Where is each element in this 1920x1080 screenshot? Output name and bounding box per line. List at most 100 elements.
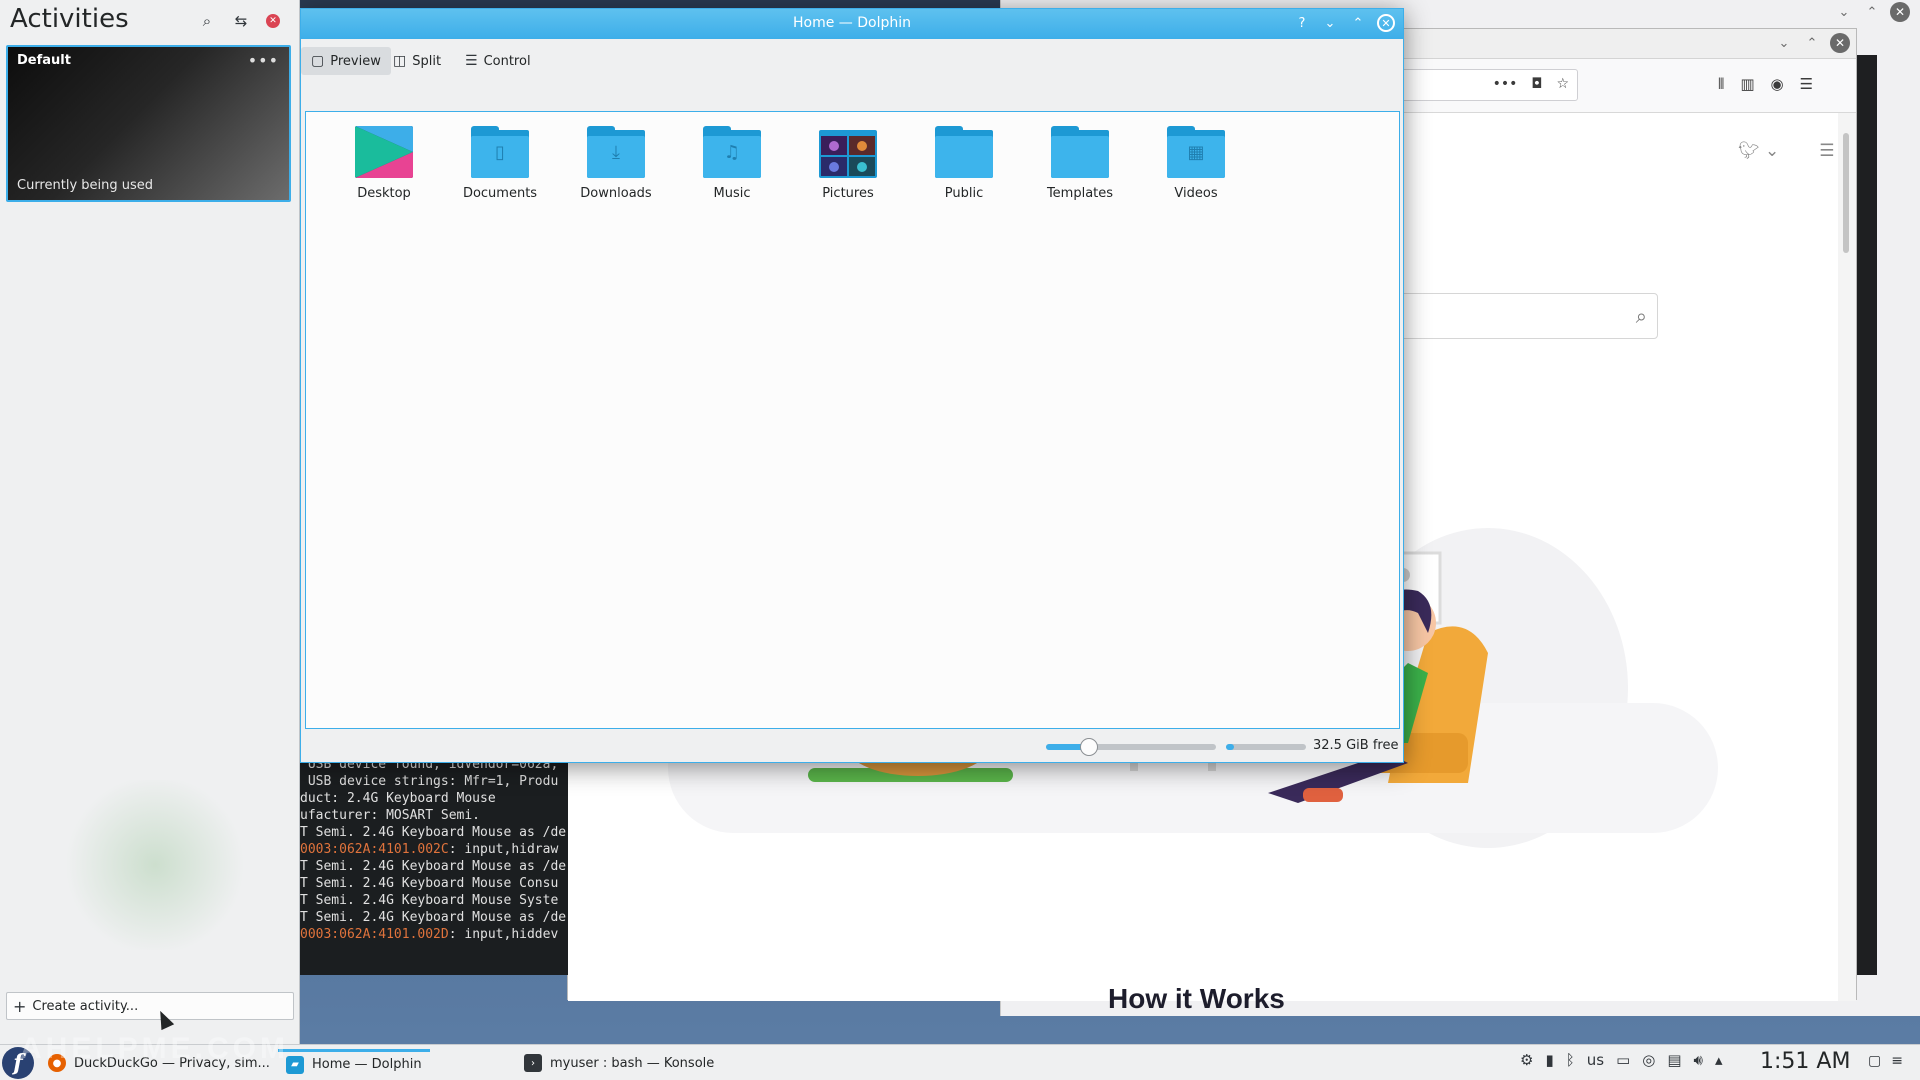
clipboard-icon[interactable]: ▤ bbox=[1667, 1051, 1681, 1069]
volume-icon[interactable]: 🔊︎ bbox=[1694, 1051, 1703, 1069]
dolphin-window: Home — Dolphin ? ⌄ ⌃ ✕ ▢ Preview ◫ Split… bbox=[300, 8, 1404, 763]
dolphin-window-controls: ? ⌄ ⌃ ✕ bbox=[1293, 14, 1395, 32]
file-view[interactable]: Desktop ▯ Documents ⤓ Downloads ♫ Music … bbox=[305, 111, 1400, 729]
file-label: Desktop bbox=[357, 186, 411, 201]
task-konsole[interactable]: › myuser : bash — Konsole bbox=[516, 1049, 722, 1077]
downloads-folder-icon: ⤓ bbox=[587, 126, 645, 178]
file-item-templates[interactable]: Templates bbox=[1022, 126, 1138, 201]
file-item-music[interactable]: ♫ Music bbox=[674, 126, 790, 201]
file-item-pictures[interactable]: Pictures bbox=[790, 126, 906, 201]
file-item-documents[interactable]: ▯ Documents bbox=[442, 126, 558, 201]
sliders-icon[interactable]: ⇆ bbox=[232, 12, 250, 30]
file-item-desktop[interactable]: Desktop bbox=[326, 126, 442, 201]
terminal-line: T Semi. 2.4G Keyboard Mouse Consu bbox=[300, 875, 568, 892]
network-icon[interactable]: ▭ bbox=[1616, 1051, 1630, 1069]
terminal-highlight: 0003:062A:4101.002C bbox=[300, 842, 449, 857]
pocket-icon[interactable]: ◘ bbox=[1531, 76, 1542, 92]
page-header-icons: 🐦︎ ⌄ ☰ bbox=[1738, 141, 1834, 161]
more-options-icon[interactable]: ••• bbox=[248, 51, 279, 70]
scrollbar-thumb[interactable] bbox=[1843, 133, 1849, 253]
terminal-line: duct: 2.4G Keyboard Mouse bbox=[300, 790, 568, 807]
file-item-public[interactable]: Public bbox=[906, 126, 1022, 201]
terminal-text: : input,hidraw bbox=[448, 842, 559, 857]
disk-usage-bar bbox=[1226, 744, 1306, 750]
task-dolphin[interactable]: ▰ Home — Dolphin bbox=[278, 1049, 430, 1077]
control-button[interactable]: ☰ Control bbox=[455, 47, 541, 75]
split-icon: ◫ bbox=[393, 53, 407, 69]
minimize-icon[interactable]: ⌄ bbox=[1774, 33, 1794, 53]
control-label: Control bbox=[483, 53, 531, 69]
activity-card-default[interactable]: Default ••• Currently being used bbox=[6, 45, 291, 202]
keyboard-layout[interactable]: us bbox=[1587, 1051, 1604, 1069]
create-activity-label: Create activity... bbox=[32, 998, 139, 1014]
create-activity-button[interactable]: + Create activity... bbox=[6, 992, 294, 1020]
file-label: Downloads bbox=[580, 186, 652, 201]
status-bar: 32.5 GiB free bbox=[301, 731, 1403, 763]
file-label: Templates bbox=[1046, 186, 1114, 201]
sidebar-icon[interactable]: ▥ bbox=[1740, 75, 1754, 93]
system-tray: ⚙ ▮ ᛒ us ▭ ◎ ▤ 🔊︎ ▴ bbox=[1520, 1051, 1723, 1069]
star-icon[interactable]: ☆ bbox=[1556, 76, 1569, 92]
panel-header-icons: ⌕ ⇆ ✕ bbox=[198, 12, 280, 30]
terminal-text: T Semi. 2.4G Keyboard Mouse as /de bbox=[300, 910, 567, 925]
preview-button[interactable]: ▢ Preview bbox=[301, 47, 391, 75]
desktop-folder-icon bbox=[355, 126, 413, 178]
terminal-text: T Semi. 2.4G Keyboard Mouse Syste bbox=[300, 893, 559, 908]
account-icon[interactable]: ◉ bbox=[1771, 75, 1784, 93]
search-icon[interactable]: ⌕ bbox=[1636, 304, 1647, 328]
preview-label: Preview bbox=[330, 53, 381, 69]
zoom-slider[interactable] bbox=[1046, 738, 1216, 756]
bluetooth-icon[interactable]: ᛒ bbox=[1566, 1051, 1575, 1069]
terminal-line: USB device strings: Mfr=1, Produ bbox=[300, 773, 568, 790]
dolphin-titlebar[interactable]: Home — Dolphin ? ⌄ ⌃ ✕ bbox=[301, 9, 1403, 39]
preview-icon: ▢ bbox=[311, 53, 325, 69]
terminal-line: 0003:062A:4101.002D: input,hiddev bbox=[300, 926, 568, 943]
panel-settings-icon[interactable]: ≡ bbox=[1891, 1053, 1903, 1069]
show-desktop-icon[interactable]: ▢ bbox=[1868, 1053, 1881, 1069]
page-scrollbar[interactable] bbox=[1838, 113, 1856, 1001]
terminal-text: T Semi. 2.4G Keyboard Mouse as /de bbox=[300, 859, 567, 874]
close-icon[interactable]: ✕ bbox=[266, 14, 280, 28]
usb-drive-icon[interactable]: ▮ bbox=[1545, 1051, 1553, 1069]
file-item-videos[interactable]: ▦ Videos bbox=[1138, 126, 1254, 201]
terminal-line: ufacturer: MOSART Semi. bbox=[300, 807, 568, 824]
window-edge bbox=[1857, 55, 1877, 975]
twitter-icon[interactable]: 🐦︎ ⌄ bbox=[1738, 141, 1779, 161]
free-space-label: 32.5 GiB free bbox=[1313, 738, 1399, 753]
file-item-downloads[interactable]: ⤓ Downloads bbox=[558, 126, 674, 201]
help-icon[interactable]: ? bbox=[1293, 14, 1311, 32]
konsole-terminal[interactable]: USB device found, idVendor=062a, USB dev… bbox=[298, 750, 568, 975]
videos-folder-icon: ▦ bbox=[1167, 126, 1225, 178]
maximize-icon[interactable]: ⌃ bbox=[1862, 2, 1882, 22]
disk-usage-fill bbox=[1226, 744, 1234, 750]
terminal-line: T Semi. 2.4G Keyboard Mouse as /de bbox=[300, 824, 568, 841]
templates-folder-icon bbox=[1051, 126, 1109, 178]
split-label: Split bbox=[412, 53, 442, 69]
menu-icon[interactable]: ☰ bbox=[1800, 75, 1813, 93]
pictures-folder-icon bbox=[819, 126, 877, 178]
minimize-icon[interactable]: ⌄ bbox=[1834, 2, 1854, 22]
file-label: Videos bbox=[1174, 186, 1218, 201]
maximize-icon[interactable]: ⌃ bbox=[1802, 33, 1822, 53]
kde-connect-icon[interactable]: ⚙ bbox=[1520, 1051, 1533, 1069]
page-actions-icon[interactable]: ••• bbox=[1493, 76, 1518, 92]
terminal-text: USB device strings: Mfr=1, Produ bbox=[300, 774, 559, 789]
library-icon[interactable]: ⫴ bbox=[1718, 75, 1724, 93]
hamburger-icon[interactable]: ☰ bbox=[1819, 141, 1834, 161]
minimize-icon[interactable]: ⌄ bbox=[1321, 14, 1339, 32]
terminal-text: T Semi. 2.4G Keyboard Mouse as /de bbox=[300, 825, 567, 840]
close-icon[interactable]: ✕ bbox=[1890, 2, 1910, 22]
expand-tray-icon[interactable]: ▴ bbox=[1715, 1051, 1723, 1069]
terminal-text: duct: 2.4G Keyboard Mouse bbox=[300, 791, 496, 806]
split-button[interactable]: ◫ Split bbox=[383, 47, 451, 75]
clock[interactable]: 1:51 AM bbox=[1760, 1049, 1850, 1074]
close-icon[interactable]: ✕ bbox=[1830, 33, 1850, 53]
terminal-text: : input,hiddev bbox=[448, 927, 559, 942]
search-icon[interactable]: ⌕ bbox=[198, 12, 216, 30]
close-icon[interactable]: ✕ bbox=[1377, 14, 1395, 32]
task-label: myuser : bash — Konsole bbox=[550, 1055, 715, 1071]
zoom-slider-handle[interactable] bbox=[1079, 738, 1098, 756]
watermark: AHELPME.COM bbox=[20, 1032, 289, 1065]
updates-icon[interactable]: ◎ bbox=[1642, 1051, 1655, 1069]
maximize-icon[interactable]: ⌃ bbox=[1349, 14, 1367, 32]
